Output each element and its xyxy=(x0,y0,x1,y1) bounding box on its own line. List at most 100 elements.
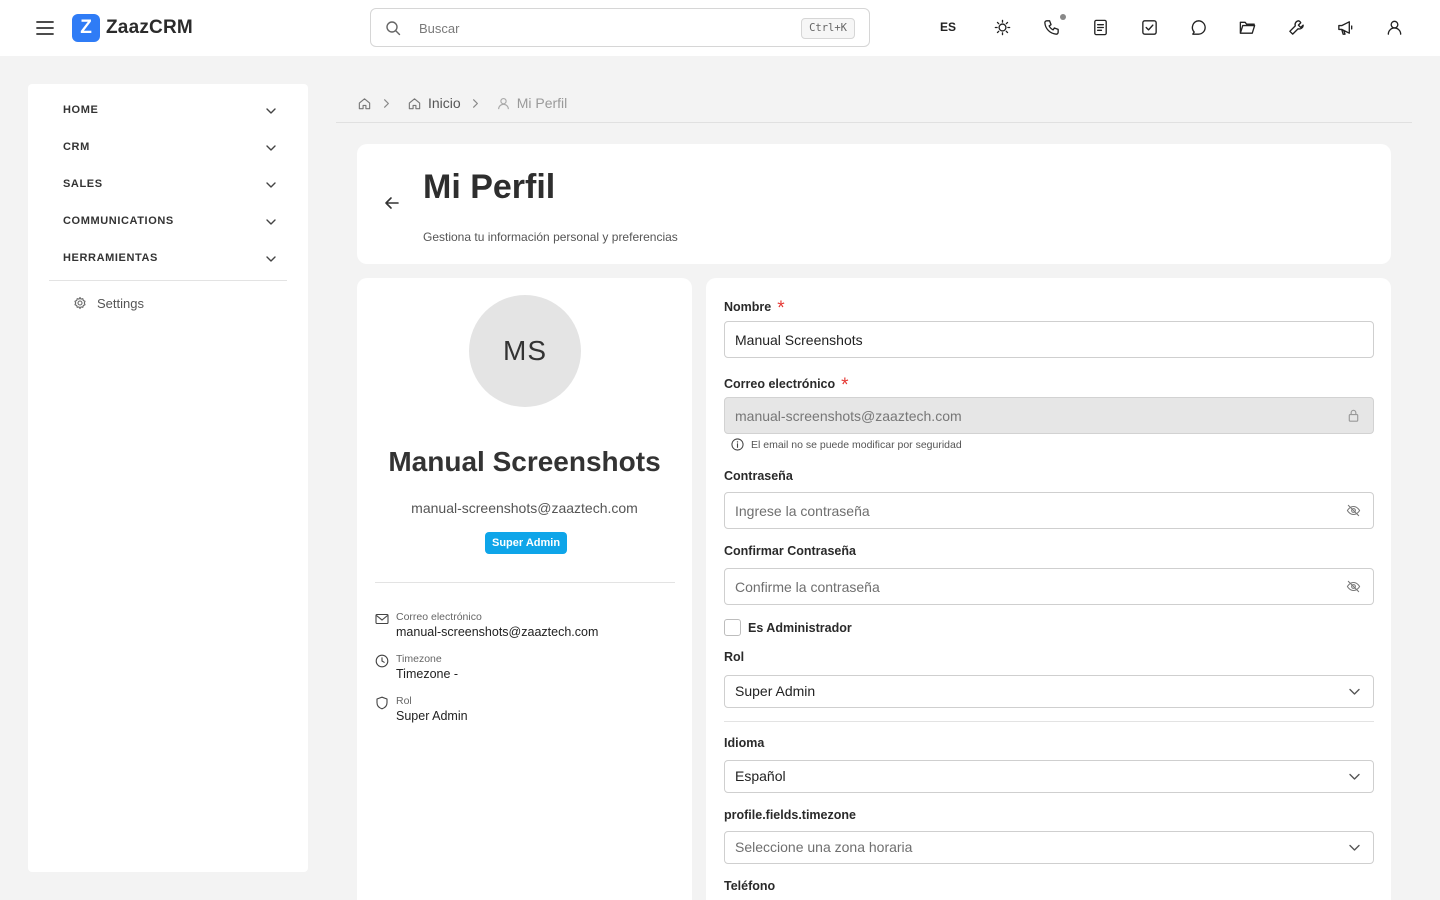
chat-icon[interactable] xyxy=(1189,18,1208,37)
menu-icon[interactable] xyxy=(34,17,56,39)
is-admin-label: Es Administrador xyxy=(748,620,852,635)
chevron-down-icon xyxy=(1347,769,1362,784)
settings-label: Settings xyxy=(97,295,144,311)
language-select[interactable]: Español xyxy=(724,760,1374,793)
role-badge: Super Admin xyxy=(485,532,568,554)
clock-icon xyxy=(375,653,389,681)
top-header: Z ZaazCRM Ctrl+K ES xyxy=(0,0,1440,56)
app-name: ZaazCRM xyxy=(106,17,193,38)
search-bar[interactable]: Ctrl+K xyxy=(370,8,870,47)
info-email: Correo electrónico manual-screenshots@za… xyxy=(375,611,598,639)
chevron-down-icon xyxy=(1347,684,1362,699)
confirm-password-input[interactable] xyxy=(735,577,1325,597)
breadcrumb-current-label: Mi Perfil xyxy=(516,95,568,111)
chevron-down-icon xyxy=(264,104,278,118)
arrow-left-icon[interactable] xyxy=(382,193,402,213)
password-field[interactable] xyxy=(724,492,1374,529)
lock-icon xyxy=(1346,408,1361,423)
chevron-right-icon xyxy=(469,97,482,110)
sidebar-item-label: COMMUNICATIONS xyxy=(63,215,174,227)
megaphone-icon[interactable] xyxy=(1336,18,1355,37)
tasks-icon[interactable] xyxy=(1140,18,1159,37)
breadcrumb-inicio-label: Inicio xyxy=(428,95,461,111)
chevron-down-icon xyxy=(1347,840,1362,855)
phone-label: Teléfono xyxy=(724,879,776,893)
password-label: Contraseña xyxy=(724,469,793,483)
name-input[interactable] xyxy=(735,330,1325,350)
profile-summary-card: MS Manual Screenshots manual-screenshots… xyxy=(357,278,692,900)
chevron-down-icon xyxy=(264,252,278,266)
required-mark: * xyxy=(841,375,849,396)
info-timezone: Timezone Timezone - xyxy=(375,653,458,681)
email-label: Correo electrónico * xyxy=(724,373,849,395)
home-icon xyxy=(407,96,422,111)
phone-icon[interactable] xyxy=(1042,18,1061,37)
role-label: Rol xyxy=(724,650,745,664)
search-shortcut: Ctrl+K xyxy=(801,18,855,39)
name-label: Nombre * xyxy=(724,296,785,318)
timezone-label: profile.fields.timezone xyxy=(724,808,856,822)
app-logo[interactable]: Z ZaazCRM xyxy=(72,14,193,42)
info-timezone-value: Timezone - xyxy=(396,667,459,681)
search-input[interactable] xyxy=(419,17,779,39)
home-icon[interactable] xyxy=(357,96,372,111)
folder-icon[interactable] xyxy=(1238,18,1257,37)
sidebar: HOME CRM SALES COMMUNICATIONS HERRAMIENT… xyxy=(28,84,308,872)
email-hint: El email no se puede modificar por segur… xyxy=(724,438,962,451)
sidebar-item-herramientas[interactable]: HERRAMIENTAS xyxy=(63,249,278,269)
sun-icon[interactable] xyxy=(993,18,1012,37)
name-label-text: Nombre xyxy=(724,300,772,314)
info-icon xyxy=(731,438,744,451)
user-icon[interactable] xyxy=(1385,18,1404,37)
eye-off-icon[interactable] xyxy=(1346,503,1361,518)
confirm-password-label: Confirmar Contraseña xyxy=(724,544,856,558)
form-divider xyxy=(724,721,1374,722)
sidebar-item-home[interactable]: HOME xyxy=(63,101,278,121)
chevron-down-icon xyxy=(264,141,278,155)
role-select[interactable]: Super Admin xyxy=(724,675,1374,708)
profile-divider xyxy=(375,582,675,583)
avatar: MS xyxy=(469,295,581,407)
sidebar-item-crm[interactable]: CRM xyxy=(63,138,278,158)
chevron-down-icon xyxy=(264,178,278,192)
sidebar-item-settings[interactable]: Settings xyxy=(63,294,144,312)
sidebar-item-sales[interactable]: SALES xyxy=(63,175,278,195)
name-field[interactable] xyxy=(724,321,1374,358)
breadcrumb-current: Mi Perfil xyxy=(490,95,568,111)
chevron-right-icon xyxy=(380,97,393,110)
sidebar-item-communications[interactable]: COMMUNICATIONS xyxy=(63,212,278,232)
notes-icon[interactable] xyxy=(1091,18,1110,37)
email-label-text: Correo electrónico xyxy=(724,377,836,391)
confirm-password-field[interactable] xyxy=(724,568,1374,605)
checkbox[interactable] xyxy=(724,619,741,636)
gear-icon xyxy=(73,296,87,310)
sidebar-item-label: CRM xyxy=(63,141,90,153)
info-role: Rol Super Admin xyxy=(375,695,468,723)
is-admin-checkbox[interactable]: Es Administrador xyxy=(724,619,852,636)
language-switcher[interactable]: ES xyxy=(940,20,956,34)
profile-form-card: Nombre * Correo electrónico * El email no … xyxy=(706,278,1391,900)
info-email-label: Correo electrónico xyxy=(396,611,482,623)
profile-name: Manual Screenshots xyxy=(388,446,661,477)
email-field xyxy=(724,397,1374,434)
email-input xyxy=(735,406,1325,426)
page-header-card: Mi Perfil Gestiona tu información person… xyxy=(357,144,1391,264)
breadcrumb-inicio[interactable]: Inicio xyxy=(401,95,461,111)
info-role-label: Rol xyxy=(396,695,412,707)
shield-icon xyxy=(375,695,389,723)
wrench-icon[interactable] xyxy=(1287,18,1306,37)
page-subtitle: Gestiona tu información personal y prefe… xyxy=(423,230,678,244)
eye-off-icon[interactable] xyxy=(1346,579,1361,594)
language-select-value: Español xyxy=(735,768,786,784)
logo-mark: Z xyxy=(72,14,100,42)
info-role-value: Super Admin xyxy=(396,709,468,723)
role-select-value: Super Admin xyxy=(735,683,816,699)
language-label: Idioma xyxy=(724,736,765,750)
timezone-select[interactable]: Seleccione una zona horaria xyxy=(724,831,1374,864)
required-mark: * xyxy=(777,298,785,319)
password-input[interactable] xyxy=(735,501,1325,521)
notification-dot xyxy=(1060,14,1066,20)
sidebar-divider xyxy=(49,280,287,281)
page-title: Mi Perfil xyxy=(423,168,556,206)
mail-icon xyxy=(375,611,389,639)
